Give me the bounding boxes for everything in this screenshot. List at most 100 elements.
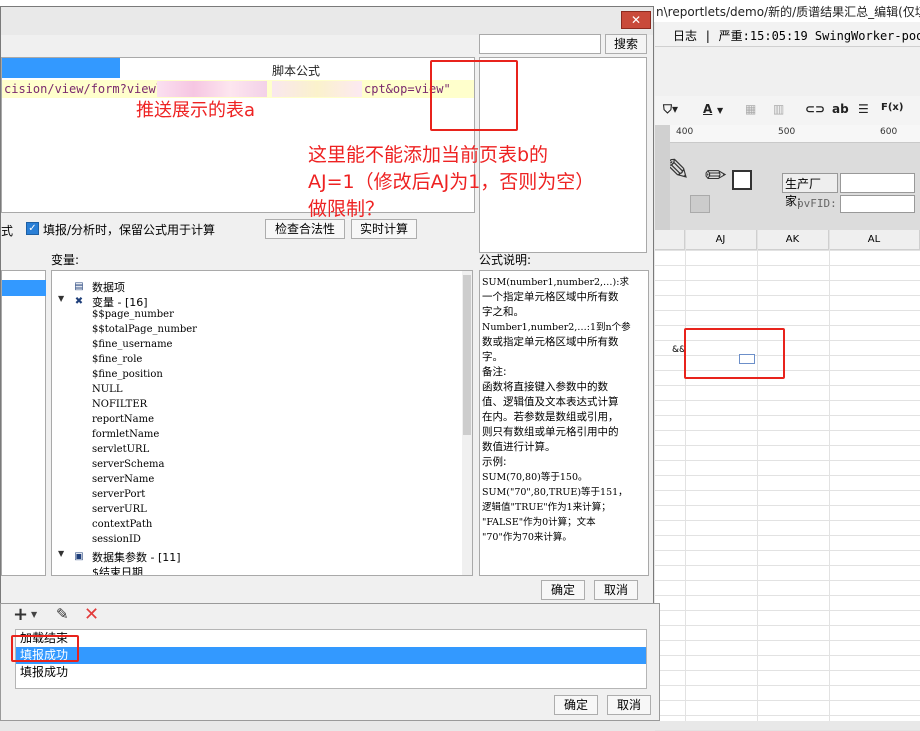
tree-row-label: NOFILTER [92,399,148,410]
tree-row[interactable]: reportName [52,414,452,429]
tree-row[interactable]: serverURL [52,504,452,519]
pvfid-label: pvFID: [797,197,837,210]
tree-row[interactable]: $$page_number [52,309,452,324]
function-category-selected[interactable] [2,280,46,296]
grid-line [655,475,920,476]
tree-row[interactable]: $fine_role [52,354,452,369]
param-icon: ▣ [74,551,84,562]
description-line: SUM(70,80)等于150。 [482,472,588,483]
tree-row[interactable]: serverPort [52,489,452,504]
table-icon: ▤ [74,281,84,292]
grid-line [655,640,920,641]
font-color-dropdown-icon[interactable]: ▼ [717,106,723,124]
tree-row[interactable]: serverSchema [52,459,452,474]
grid-line [655,310,920,311]
horizontal-ruler: 400 500 600 [670,125,920,143]
grid-line [655,535,920,536]
realtime-calc-button[interactable]: 实时计算 [351,219,417,239]
delete-icon[interactable]: ✕ [84,604,99,625]
link-icon[interactable]: ⊂⊃ [805,102,825,120]
tree-scrollbar[interactable] [462,271,472,575]
tree-scrollbar-thumb[interactable] [463,275,471,435]
edit-icon[interactable]: ✎ [56,605,69,623]
formula-description-panel: SUM(number1,number2,…):求 一个指定单元格区域中所有数 字之和… [479,270,649,576]
tree-row[interactable]: sessionID [52,534,452,549]
widget-placeholder[interactable] [690,195,710,213]
column-header-ak[interactable]: AK [757,230,829,250]
options-row: 式 ✓ 填报/分析时，保留公式用于计算 检查合法性 实时计算 [1,219,475,241]
tree-row[interactable]: $fine_username [52,339,452,354]
event-item-submit-success-selected[interactable]: 填报成功 [16,647,646,664]
tree-row[interactable]: serverName [52,474,452,489]
grid-line [655,625,920,626]
factory-label: 生产厂家: [782,173,838,208]
function-category-list[interactable] [1,270,46,576]
tree-row[interactable]: ▤ 数据项 [52,279,452,294]
expand-toggle-icon[interactable]: ▼ [58,549,64,558]
tree-row[interactable]: ▼ ▣ 数据集参数 - [11] [52,549,452,564]
merge-icon[interactable]: ▥ [773,102,784,120]
column-header-aj[interactable]: AJ [685,230,757,250]
event-item-load-end[interactable]: 加载结束 [16,630,646,647]
ruler-tick: 500 [778,127,796,137]
tree-row[interactable]: $$totalPage_number [52,324,452,339]
annotation-box-formula [430,60,518,131]
tree-row-label: NULL [92,384,123,395]
paint-bucket-icon[interactable]: ⛉▾ [663,102,678,120]
tree-row-label: $fine_position [92,369,163,380]
formula-icon[interactable]: F(x) [881,102,903,120]
widget-icon[interactable] [732,170,752,190]
grid-line [655,520,920,521]
tree-row[interactable]: servletURL [52,444,452,459]
grid-line [655,685,920,686]
tree-row[interactable]: $fine_position [52,369,452,384]
description-line: SUM(number1,number2,…):求 [482,277,629,288]
tree-row-label: 变量 - [16] [92,296,148,309]
event-list[interactable]: 加载结束 填报成功 填报成功 [15,629,647,689]
grid-line [757,230,758,721]
description-line: 在内。若参数是数组或引用， [482,411,619,423]
ok-button[interactable]: 确定 [541,580,585,600]
tree-row[interactable]: $结束日期 [52,564,452,575]
tree-row[interactable]: NULL [52,384,452,399]
tree-row[interactable]: contextPath [52,519,452,534]
font-color-icon[interactable]: A [703,102,712,120]
check-validity-button[interactable]: 检查合法性 [265,219,345,239]
column-header[interactable] [655,230,685,250]
grid-line [655,700,920,701]
cancel-button[interactable]: 取消 [594,580,638,600]
tree-row[interactable]: formletName [52,429,452,444]
grid-line [829,230,830,721]
spreadsheet-grid[interactable]: AJ AK AL && [655,230,920,731]
grid-line [655,280,920,281]
description-line: 值、逻辑值及文本表达式计算 [482,396,619,408]
border-icon[interactable]: ▦ [745,102,756,120]
close-button[interactable]: ✕ [621,11,651,29]
variable-tree[interactable]: ▤ 数据项 ▼ ✖ 变量 - [16] $$page_number $$totalPage_… [51,270,473,576]
format-toolbar: ⛉▾ A ▼ ▦ ▥ ⊂⊃ ab ☰ F(x) [655,96,920,126]
pvfid-input[interactable] [840,195,915,213]
event-ok-button[interactable]: 确定 [554,695,598,715]
grid-line [655,250,920,251]
grid-line [655,595,920,596]
tree-row[interactable]: NOFILTER [52,399,452,414]
description-line: 逻辑值"TRUE"作为1来计算； [482,502,611,513]
add-icon[interactable]: + [13,604,28,625]
description-line: 字。 [482,351,503,363]
add-dropdown-icon[interactable]: ▼ [31,610,37,619]
search-button[interactable]: 搜索 [605,34,647,54]
grid-line [655,415,920,416]
event-cancel-button[interactable]: 取消 [607,695,651,715]
keep-formula-label: 填报/分析时，保留公式用于计算 [43,223,216,237]
expand-toggle-icon[interactable]: ▼ [58,294,64,303]
tree-row[interactable]: ▼ ✖ 变量 - [16] [52,294,452,309]
pencil-icon[interactable]: ✏ [705,161,727,191]
factory-input[interactable] [840,173,915,193]
keep-formula-checkbox[interactable]: ✓ [26,222,39,235]
text-icon[interactable]: ab [832,102,849,120]
align-icon[interactable]: ☰ [858,102,869,120]
event-item-submit-success[interactable]: 填报成功 [16,664,646,681]
search-input[interactable] [479,34,601,54]
tree-row-label: $fine_username [92,339,173,350]
column-header-al[interactable]: AL [829,230,920,250]
